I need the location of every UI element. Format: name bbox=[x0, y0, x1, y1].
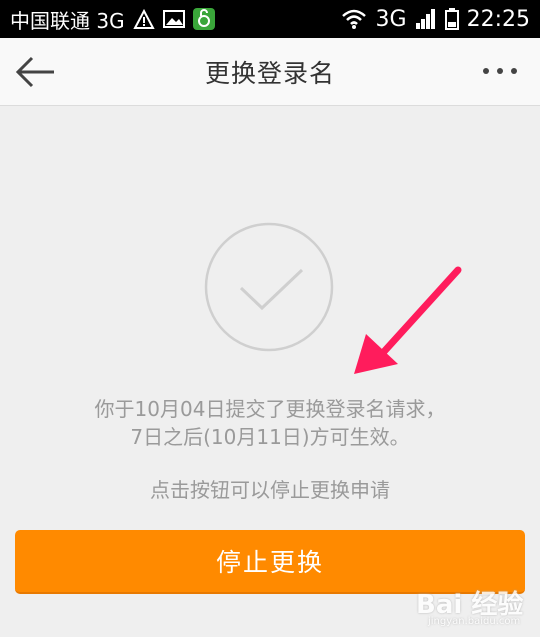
network-type: 3G bbox=[375, 6, 407, 32]
status-bar: 中国联通 3G 3G 22:25 bbox=[0, 0, 540, 38]
back-button[interactable] bbox=[14, 52, 58, 92]
clock: 22:25 bbox=[466, 6, 530, 32]
battery-icon bbox=[444, 8, 459, 30]
carrier-label: 中国联通 3G bbox=[10, 8, 125, 33]
check-circle-icon bbox=[204, 222, 334, 352]
more-dots-icon bbox=[483, 68, 517, 74]
warning-notification-icon bbox=[132, 8, 155, 29]
wifi-icon bbox=[341, 9, 366, 29]
annotation-arrow-icon bbox=[354, 266, 462, 374]
stop-hint-text: 点击按钮可以停止更换申请 bbox=[150, 478, 390, 502]
navigation-bar: 更换登录名 bbox=[0, 38, 540, 106]
signal-icon bbox=[415, 9, 435, 29]
arrow-left-icon bbox=[15, 56, 54, 88]
more-options-button[interactable] bbox=[478, 56, 522, 86]
image-notification-icon bbox=[162, 10, 185, 28]
request-message-line2: 7日之后(10月11日)方可生效。 bbox=[130, 425, 410, 449]
page-title: 更换登录名 bbox=[204, 58, 335, 88]
baidu-jingyan-watermark: Bai 经验 jingyan.baidu.com bbox=[410, 574, 540, 634]
lock-app-icon bbox=[192, 8, 215, 30]
request-message-line1: 你于10月04日提交了更换登录名请求， bbox=[94, 397, 446, 421]
watermark-url: jingyan.baidu.com bbox=[428, 616, 521, 627]
